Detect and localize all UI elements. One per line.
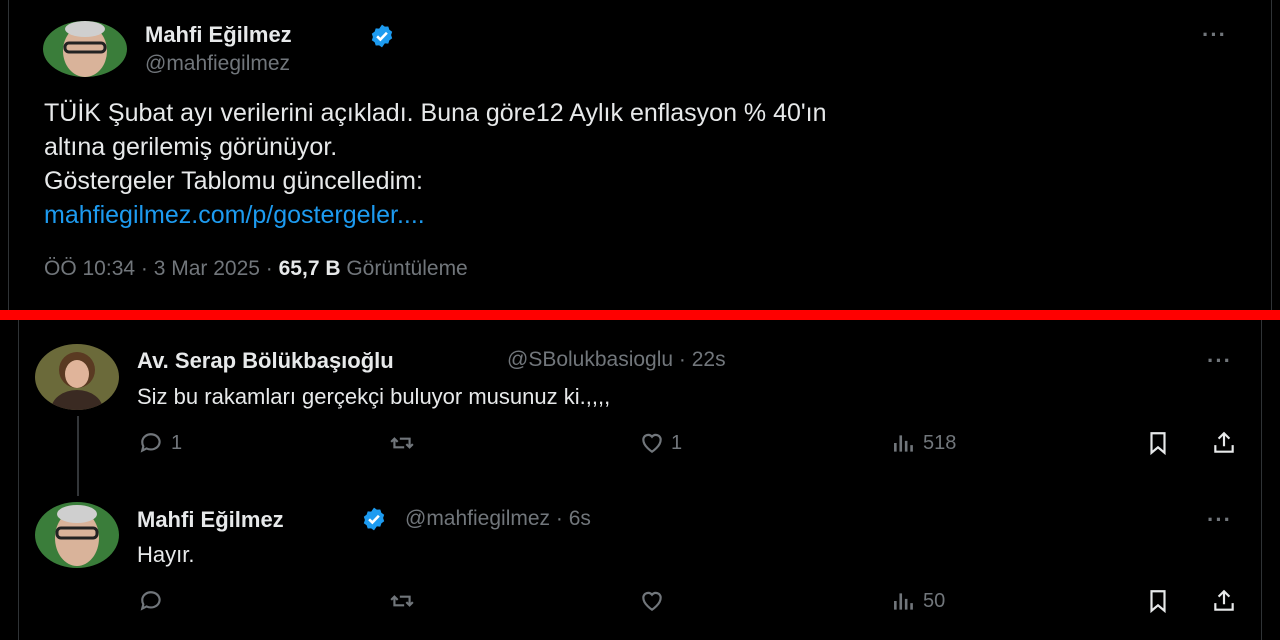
retweet-button[interactable] [389,430,421,456]
main-tweet: Mahfi Eğilmez @mahfiegilmez ··· TÜİK Şub… [8,0,1272,310]
tweet-line: TÜİK Şubat ayı verilerini açıkladı. Buna… [44,99,827,127]
bookmark-icon [1150,590,1166,614]
tweet-timestamp[interactable]: ÖÖ 10:34 · 3 Mar 2025 · [44,257,273,280]
reply-button[interactable] [139,588,171,614]
comment-icon [140,591,161,611]
views-button[interactable]: 50 [891,588,945,614]
view-count: 50 [923,589,946,612]
more-options-icon[interactable]: ··· [1207,348,1232,374]
reply-actions: 50 [19,588,1263,628]
reply-text: Siz bu rakamları gerçekçi buluyor musunu… [137,384,611,409]
analytics-icon [894,593,913,610]
reply-text: Hayır. [137,542,195,567]
replies-panel: Av. Serap Bölükbaşıoğlu @SBolukbasioglu … [18,320,1262,640]
reply-author-handle[interactable]: @SBolukbasioglu · 22s [507,348,726,372]
views-count: 65,7 B [278,257,341,280]
reply-count: 1 [171,431,183,454]
red-divider [0,310,1280,320]
retweet-button[interactable] [389,588,421,614]
tweet-body: TÜİK Şubat ayı verilerini açıkladı. Buna… [44,96,1224,232]
more-options-icon[interactable]: ··· [1207,507,1232,533]
tweet-line: altına gerilemiş görünüyor. [44,133,338,161]
share-icon [1214,589,1234,611]
more-options-icon[interactable]: ··· [1202,22,1227,48]
tweet-meta: ÖÖ 10:34 · 3 Mar 2025 · 65,7 B Görüntüle… [44,257,468,281]
like-count: 1 [671,431,683,454]
avatar-image [43,21,127,77]
reply-author-name[interactable]: Mahfi Eğilmez [137,507,284,533]
verified-badge-icon [363,507,385,531]
reply-avatar[interactable] [35,502,119,568]
avatar-image [35,502,119,568]
comment-icon [140,433,161,453]
retweet-icon [390,595,414,607]
like-button[interactable] [639,588,671,614]
like-button[interactable]: 1 [639,430,682,456]
reply-button[interactable]: 1 [139,430,182,456]
reply-author-name[interactable]: Av. Serap Bölükbaşıoğlu [137,348,394,374]
share-icon [1214,431,1234,453]
view-count: 518 [923,431,957,454]
avatar-image [35,344,119,410]
views-button[interactable]: 518 [891,430,956,456]
heart-icon [642,591,662,611]
retweet-icon [390,437,414,449]
bookmark-icon [1150,432,1166,456]
views-label: Görüntüleme [346,257,468,280]
reply-actions: 1 1 518 [19,430,1263,470]
verified-badge-icon [371,24,393,48]
heart-icon [642,433,662,453]
author-avatar[interactable] [43,21,127,77]
bookmark-button[interactable] [1145,588,1171,614]
tweet-line: Göstergeler Tablomu güncelledim: [44,167,423,195]
reply-avatar[interactable] [35,344,119,410]
bookmark-button[interactable] [1145,430,1171,456]
author-handle[interactable]: @mahfiegilmez [145,52,290,76]
analytics-icon [894,435,913,452]
tweet-link[interactable]: mahfiegilmez.com/p/gostergeler.... [44,198,1224,232]
share-button[interactable] [1211,588,1237,614]
share-button[interactable] [1211,430,1237,456]
reply-author-handle[interactable]: @mahfiegilmez · 6s [405,507,591,531]
author-name[interactable]: Mahfi Eğilmez [145,22,292,48]
